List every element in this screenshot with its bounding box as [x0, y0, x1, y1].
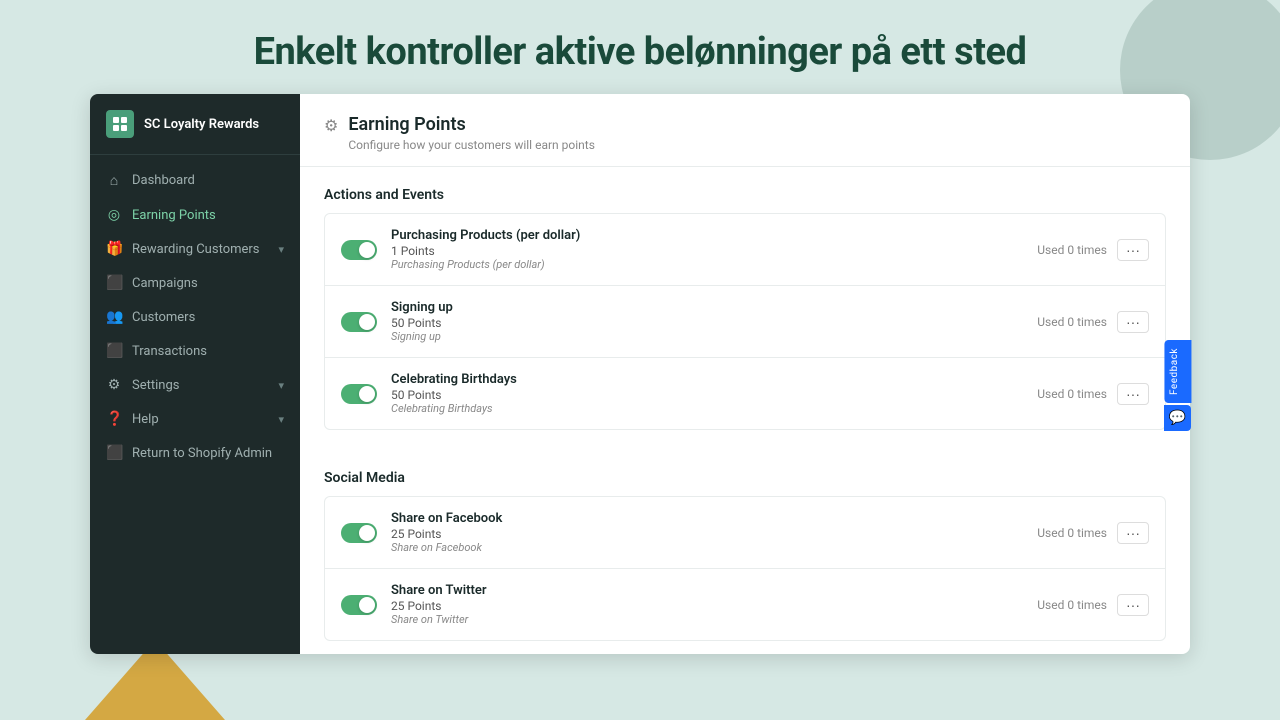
sidebar-item-label: Customers	[132, 310, 195, 325]
chevron-down-icon: ▾	[278, 243, 284, 256]
home-icon: ⌂	[106, 172, 122, 189]
circle-icon: ◎	[106, 207, 122, 223]
page-header: Enkelt kontroller aktive belønninger på …	[0, 0, 1280, 94]
sidebar-item-rewarding-customers[interactable]: 🎁 Rewarding Customers ▾	[90, 232, 300, 266]
app-name: SC Loyalty Rewards	[144, 117, 259, 132]
social-media-card: Share on Facebook 25 Points Share on Fac…	[324, 496, 1166, 641]
feedback-icon: 💬	[1164, 405, 1191, 431]
feedback-button[interactable]: Feedback	[1164, 340, 1191, 403]
action-item-twitter: Share on Twitter 25 Points Share on Twit…	[325, 569, 1165, 640]
sidebar-item-campaigns[interactable]: ⬛ Campaigns	[90, 266, 300, 300]
sidebar-item-customers[interactable]: 👥 Customers	[90, 300, 300, 334]
main-content: ⚙ Earning Points Configure how your cust…	[300, 94, 1190, 654]
action-subtitle-signing: Signing up	[391, 330, 1023, 343]
actions-events-section: Actions and Events Purchasing Products (…	[300, 167, 1190, 450]
toggle-birthdays[interactable]	[341, 384, 377, 404]
action-item-facebook: Share on Facebook 25 Points Share on Fac…	[325, 497, 1165, 569]
main-layout: SC Loyalty Rewards ⌂ Dashboard ◎ Earning…	[90, 94, 1190, 654]
gear-icon: ⚙	[106, 377, 122, 393]
action-name-facebook: Share on Facebook	[391, 511, 1023, 526]
sidebar-item-return-shopify[interactable]: ⬛ Return to Shopify Admin	[90, 436, 300, 470]
help-icon: ❓	[106, 411, 122, 427]
sidebar-item-help[interactable]: ❓ Help ▾	[90, 402, 300, 436]
sidebar-item-label: Return to Shopify Admin	[132, 446, 272, 461]
content-header: ⚙ Earning Points Configure how your cust…	[300, 94, 1190, 167]
sidebar-item-transactions[interactable]: ⬛ Transactions	[90, 334, 300, 368]
more-button-signing[interactable]: ···	[1117, 311, 1149, 333]
action-subtitle-birthdays: Celebrating Birthdays	[391, 402, 1023, 415]
sidebar-item-label: Earning Points	[132, 208, 216, 223]
sidebar: SC Loyalty Rewards ⌂ Dashboard ◎ Earning…	[90, 94, 300, 654]
more-button-twitter[interactable]: ···	[1117, 594, 1149, 616]
action-info-facebook: Share on Facebook 25 Points Share on Fac…	[391, 511, 1023, 554]
action-right-purchasing: Used 0 times ···	[1037, 239, 1149, 261]
sidebar-item-label: Transactions	[132, 344, 207, 359]
action-points-signing: 50 Points	[391, 316, 1023, 330]
chevron-down-icon: ▾	[278, 413, 284, 426]
campaign-icon: ⬛	[106, 275, 122, 291]
gift-icon: 🎁	[106, 241, 122, 257]
feedback-sidebar: Feedback 💬	[1164, 340, 1191, 431]
used-count-facebook: Used 0 times	[1037, 526, 1107, 540]
action-item-signing-up: Signing up 50 Points Signing up Used 0 t…	[325, 286, 1165, 358]
used-count-purchasing: Used 0 times	[1037, 243, 1107, 257]
content-header-text: Earning Points Configure how your custom…	[348, 114, 595, 152]
app-logo: SC Loyalty Rewards	[90, 94, 300, 155]
action-subtitle-twitter: Share on Twitter	[391, 613, 1023, 626]
return-icon: ⬛	[106, 445, 122, 461]
action-info-purchasing: Purchasing Products (per dollar) 1 Point…	[391, 228, 1023, 271]
action-points-twitter: 25 Points	[391, 599, 1023, 613]
sidebar-item-label: Campaigns	[132, 276, 198, 291]
section-title-actions: Actions and Events	[324, 187, 1166, 203]
sidebar-item-earning-points[interactable]: ◎ Earning Points	[90, 198, 300, 232]
more-button-facebook[interactable]: ···	[1117, 522, 1149, 544]
settings-circle-icon: ⚙	[324, 116, 338, 135]
more-button-purchasing[interactable]: ···	[1117, 239, 1149, 261]
action-right-signing: Used 0 times ···	[1037, 311, 1149, 333]
sidebar-item-label: Rewarding Customers	[132, 242, 260, 257]
action-info-signing: Signing up 50 Points Signing up	[391, 300, 1023, 343]
page-headline: Enkelt kontroller aktive belønninger på …	[0, 30, 1280, 74]
content-subtitle: Configure how your customers will earn p…	[348, 138, 595, 152]
action-subtitle-facebook: Share on Facebook	[391, 541, 1023, 554]
app-logo-icon	[106, 110, 134, 138]
action-info-twitter: Share on Twitter 25 Points Share on Twit…	[391, 583, 1023, 626]
more-button-birthdays[interactable]: ···	[1117, 383, 1149, 405]
users-icon: 👥	[106, 309, 122, 325]
sidebar-item-settings[interactable]: ⚙ Settings ▾	[90, 368, 300, 402]
action-name-birthdays: Celebrating Birthdays	[391, 372, 1023, 387]
action-right-twitter: Used 0 times ···	[1037, 594, 1149, 616]
nav-menu: ⌂ Dashboard ◎ Earning Points 🎁 Rewarding…	[90, 155, 300, 478]
section-title-social: Social Media	[324, 470, 1166, 486]
action-name-twitter: Share on Twitter	[391, 583, 1023, 598]
transactions-icon: ⬛	[106, 343, 122, 359]
action-name-signing: Signing up	[391, 300, 1023, 315]
used-count-twitter: Used 0 times	[1037, 598, 1107, 612]
toggle-signing-up[interactable]	[341, 312, 377, 332]
action-points-birthdays: 50 Points	[391, 388, 1023, 402]
action-item-birthdays: Celebrating Birthdays 50 Points Celebrat…	[325, 358, 1165, 429]
action-right-birthdays: Used 0 times ···	[1037, 383, 1149, 405]
sidebar-item-dashboard[interactable]: ⌂ Dashboard	[90, 163, 300, 198]
sidebar-item-label: Dashboard	[132, 173, 195, 188]
content-title: Earning Points	[348, 114, 595, 135]
action-info-birthdays: Celebrating Birthdays 50 Points Celebrat…	[391, 372, 1023, 415]
action-points-purchasing: 1 Points	[391, 244, 1023, 258]
used-count-birthdays: Used 0 times	[1037, 387, 1107, 401]
social-media-section: Social Media Share on Facebook 25 Points…	[300, 450, 1190, 654]
action-subtitle-purchasing: Purchasing Products (per dollar)	[391, 258, 1023, 271]
toggle-facebook[interactable]	[341, 523, 377, 543]
chevron-down-icon: ▾	[278, 379, 284, 392]
used-count-signing: Used 0 times	[1037, 315, 1107, 329]
toggle-purchasing-products[interactable]	[341, 240, 377, 260]
action-points-facebook: 25 Points	[391, 527, 1023, 541]
sidebar-item-label: Settings	[132, 378, 179, 393]
actions-events-card: Purchasing Products (per dollar) 1 Point…	[324, 213, 1166, 430]
toggle-twitter[interactable]	[341, 595, 377, 615]
action-right-facebook: Used 0 times ···	[1037, 522, 1149, 544]
action-item-purchasing-products: Purchasing Products (per dollar) 1 Point…	[325, 214, 1165, 286]
action-name-purchasing: Purchasing Products (per dollar)	[391, 228, 1023, 243]
sidebar-item-label: Help	[132, 412, 159, 427]
